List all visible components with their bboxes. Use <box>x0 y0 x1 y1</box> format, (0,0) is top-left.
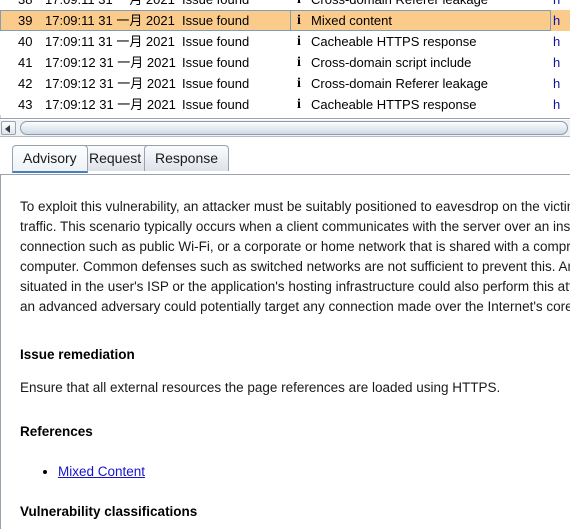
row-host: h <box>553 76 561 91</box>
row-host: h <box>553 0 570 10</box>
row-time: 17:09:11 31 一月 2021 <box>45 13 175 28</box>
row-host: h <box>553 34 561 49</box>
info-icon: i <box>297 34 301 49</box>
info-icon: i <box>297 76 301 91</box>
row-index: 43 <box>18 97 33 112</box>
vulnerability-classifications-heading: Vulnerability classifications <box>20 504 198 519</box>
row-time: 17:09:11 31 一月 2021 <box>45 0 180 10</box>
row-time: 17:09:12 31 一月 2021 <box>45 97 176 112</box>
list-item: Mixed Content <box>58 461 570 482</box>
info-icon: i <box>297 97 301 112</box>
row-action: Issue found <box>182 13 250 28</box>
table-row[interactable]: 38 17:09:11 31 一月 2021 Issue found i Cro… <box>0 0 570 10</box>
issue-log-rows: 38 17:09:11 31 一月 2021 Issue found i Cro… <box>0 0 570 115</box>
issue-log-table[interactable]: 38 17:09:11 31 一月 2021 Issue found i Cro… <box>0 0 570 119</box>
tab-request[interactable]: Request <box>78 145 153 171</box>
issue-remediation-heading: Issue remediation <box>20 347 135 362</box>
issue-remediation-text: Ensure that all external resources the p… <box>20 380 501 395</box>
row-time: 17:09:11 31 一月 2021 <box>45 34 175 49</box>
references-list: Mixed Content <box>20 461 570 482</box>
row-type: Cross-domain Referer leakage <box>311 0 551 10</box>
info-icon: i <box>297 13 301 28</box>
row-action: Issue found <box>182 97 250 112</box>
scrollbar-thumb[interactable] <box>20 121 568 135</box>
info-icon: i <box>297 55 301 70</box>
info-icon: i <box>291 0 307 10</box>
row-index: 40 <box>18 34 33 49</box>
row-type: Cacheable HTTPS response <box>311 97 477 112</box>
row-time: 17:09:12 31 一月 2021 <box>45 55 176 70</box>
row-host: h <box>553 97 561 112</box>
horizontal-scrollbar[interactable] <box>0 120 570 137</box>
row-host: h <box>553 13 561 28</box>
row-index: 39 <box>18 13 33 28</box>
row-type: Cross-domain Referer leakage <box>311 76 489 91</box>
row-action: Issue found <box>182 76 250 91</box>
table-row[interactable]: 39 17:09:11 31 一月 2021 Issue found i Mix… <box>0 10 570 31</box>
reference-link-mixed-content[interactable]: Mixed Content <box>58 464 145 479</box>
row-index: 42 <box>18 76 33 91</box>
row-action: Issue found <box>182 34 250 49</box>
tab-response[interactable]: Response <box>144 145 230 171</box>
table-row[interactable]: 43 17:09:12 31 一月 2021 Issue found i Cac… <box>0 94 570 115</box>
scanner-issue-panel: 38 17:09:11 31 一月 2021 Issue found i Cro… <box>0 0 570 529</box>
scroll-left-arrow <box>5 125 10 133</box>
row-action: Issue found <box>182 0 287 10</box>
references-heading: References <box>20 424 93 439</box>
row-time: 17:09:12 31 一月 2021 <box>45 76 176 91</box>
advisory-panel[interactable]: To exploit this vulnerability, an attack… <box>0 174 570 529</box>
tab-advisory[interactable]: Advisory <box>12 145 88 173</box>
advisory-content: To exploit this vulnerability, an attack… <box>20 175 570 529</box>
tab-bar: Advisory Request Response <box>0 140 570 173</box>
row-host: h <box>553 55 561 70</box>
row-type: Mixed content <box>311 13 392 28</box>
table-row[interactable]: 40 17:09:11 31 一月 2021 Issue found i Cac… <box>0 31 570 52</box>
row-index: 41 <box>18 55 33 70</box>
table-row[interactable]: 41 17:09:12 31 一月 2021 Issue found i Cro… <box>0 52 570 73</box>
row-index: 38 <box>0 0 40 10</box>
row-type: Cross-domain script include <box>311 55 472 70</box>
advisory-intro-paragraph: To exploit this vulnerability, an attack… <box>20 199 570 314</box>
table-row[interactable]: 42 17:09:12 31 一月 2021 Issue found i Cro… <box>0 73 570 94</box>
row-type: Cacheable HTTPS response <box>311 34 477 49</box>
row-action: Issue found <box>182 55 250 70</box>
triangle-left-icon[interactable] <box>1 121 16 135</box>
